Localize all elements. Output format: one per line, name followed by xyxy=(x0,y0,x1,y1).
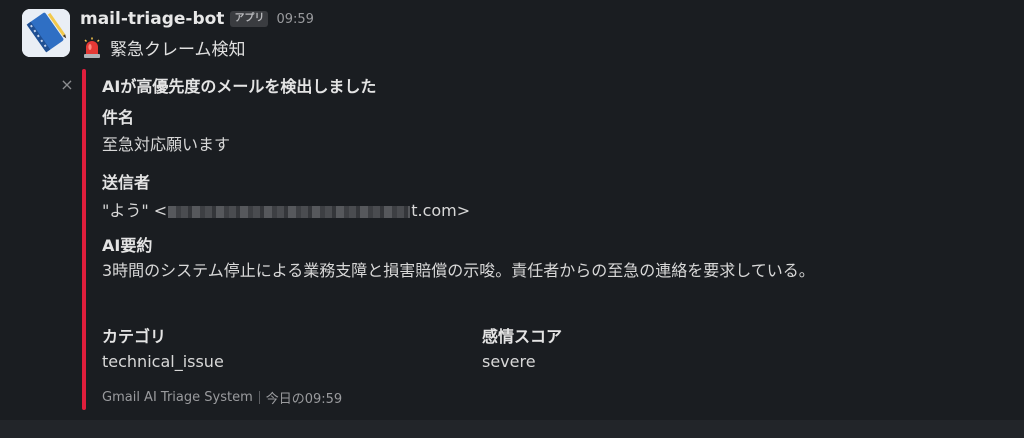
subject-label: 件名 xyxy=(102,108,135,127)
message: mail-triage-bot アプリ 09:59 緊急クレーム検知 × AIが… xyxy=(0,0,1024,420)
message-header: mail-triage-bot アプリ 09:59 xyxy=(80,7,314,31)
attachment-accent-bar xyxy=(82,69,86,410)
app-badge: アプリ xyxy=(230,11,269,27)
avatar[interactable] xyxy=(22,9,70,57)
footer-time[interactable]: 今日の09:59 xyxy=(266,388,342,407)
attachment-footer: Gmail AI Triage System 今日の09:59 xyxy=(102,388,342,407)
alert-line: 緊急クレーム検知 xyxy=(82,35,246,60)
notebook-icon xyxy=(22,9,70,57)
attachment-title: AIが高優先度のメールを検出しました xyxy=(102,77,377,96)
redacted-email xyxy=(168,205,411,218)
bottom-strip xyxy=(0,420,1024,438)
category-label: カテゴリ xyxy=(102,327,167,346)
close-icon[interactable]: × xyxy=(60,77,74,93)
sender-suffix: t.com> xyxy=(411,201,471,220)
footer-divider xyxy=(258,391,260,404)
sentiment-label: 感情スコア xyxy=(482,327,563,346)
subject-value: 至急対応願います xyxy=(102,135,231,154)
sender-value: "よう" < t.com> xyxy=(102,197,470,221)
sender-prefix: "よう" < xyxy=(102,201,168,220)
sentiment-value: severe xyxy=(482,352,536,371)
siren-icon xyxy=(84,37,100,58)
summary-label: AI要約 xyxy=(102,236,153,255)
sender-label: 送信者 xyxy=(102,173,151,192)
category-value: technical_issue xyxy=(102,352,224,371)
summary-value: 3時間のシステム停止による業務支障と損害賠償の示唆。責任者からの至急の連絡を要求… xyxy=(102,261,815,280)
footer-source: Gmail AI Triage System xyxy=(102,390,253,405)
alert-text: 緊急クレーム検知 xyxy=(110,40,246,60)
message-timestamp[interactable]: 09:59 xyxy=(276,12,313,27)
bot-name[interactable]: mail-triage-bot xyxy=(80,9,224,29)
